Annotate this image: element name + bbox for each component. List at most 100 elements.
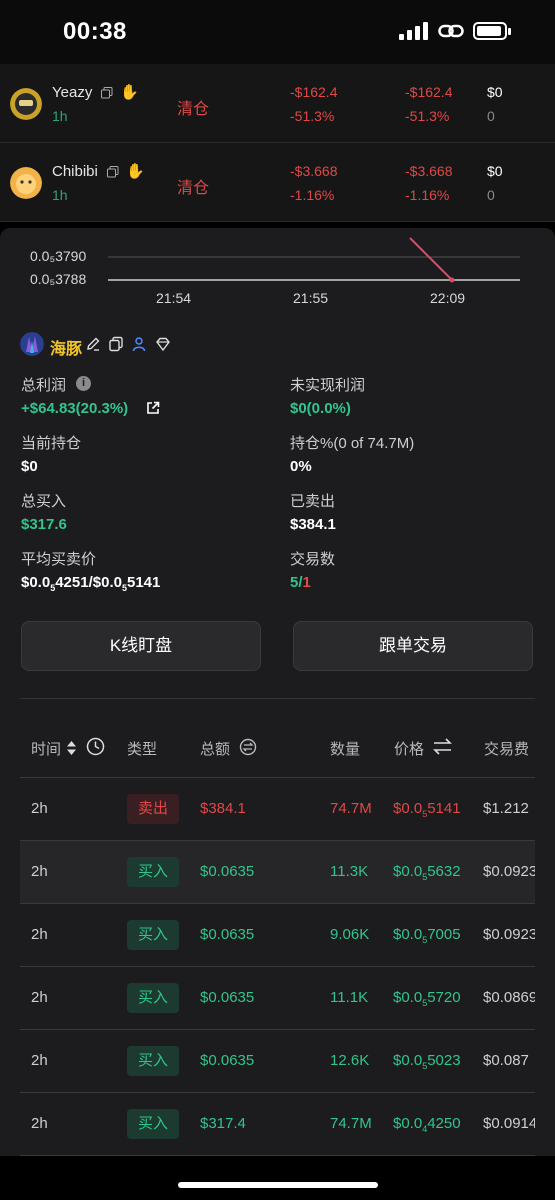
token-name: Yeazy	[52, 84, 93, 101]
chart-y-tick-label: 0.0₅3788	[30, 271, 87, 287]
holding-pct-label: 持仓%(0 of 74.7M)	[290, 435, 415, 452]
link-icon	[438, 24, 464, 38]
quantity-header: 数量	[330, 741, 361, 758]
total-profit-label: 总利润	[21, 377, 67, 394]
balance-value: $0	[487, 163, 503, 179]
row-quantity: 11.3K	[330, 863, 369, 880]
token-name: Chibibi	[52, 163, 98, 180]
chart-y-tick: 0.0₅3788	[30, 271, 86, 287]
hand-icon: ✋	[126, 163, 145, 180]
pnl-percent: -51.3%	[290, 108, 335, 124]
hand-icon: ✋	[120, 84, 139, 101]
price-prefix: $0.0	[393, 1115, 423, 1132]
trader-avatar[interactable]	[20, 332, 44, 356]
price-digits: 7005	[427, 926, 461, 943]
row-time: 2h	[31, 800, 48, 817]
currency-toggle-icon[interactable]	[239, 738, 257, 756]
fee-header: 交易费	[484, 741, 530, 758]
edit-icon[interactable]	[85, 336, 101, 352]
swap-icon[interactable]	[433, 738, 452, 755]
row-price: $0.055023	[393, 1052, 461, 1071]
sort-icon[interactable]	[66, 740, 77, 756]
row-price: $0.057005	[393, 926, 461, 945]
token-avatar	[10, 88, 42, 120]
type-header: 类型	[127, 741, 158, 758]
row-fee: $0.0923	[483, 926, 535, 943]
clear-position-label: 清仓	[177, 101, 210, 118]
holding-row-chibibi[interactable]: Chibibi ✋ 1h 清仓 -$3.668 -1.16% -$3.668 -…	[0, 143, 555, 222]
buy-badge: 买入	[127, 857, 179, 887]
time-header-label: 时间	[31, 741, 62, 758]
table-row[interactable]: 2h 买入 $0.0635 12.6K $0.055023 $0.087	[20, 1030, 535, 1093]
row-fee: $1.212	[483, 800, 529, 817]
user-icon[interactable]	[131, 336, 147, 352]
avg-price-label: 平均买卖价	[21, 551, 97, 568]
realized-value: -$162.4	[405, 84, 453, 100]
info-icon[interactable]: i	[76, 376, 91, 391]
realized-value: -$3.668	[405, 163, 453, 179]
row-time: 2h	[31, 1052, 48, 1069]
clock-icon[interactable]	[86, 737, 105, 756]
balance-value: $0	[487, 84, 503, 100]
row-amount: $0.0635	[200, 863, 255, 880]
table-row[interactable]: 2h 买入 $317.4 74.7M $0.044250 $0.0914	[20, 1093, 535, 1156]
avg-sell-digits: 5141	[126, 574, 161, 591]
holding-value: $0	[21, 458, 38, 475]
holding-row-yeazy[interactable]: Yeazy ✋ 1h 清仓 -$162.4 -51.3% -$162.4 -51…	[0, 64, 555, 143]
table-row[interactable]: 2h 买入 $0.0635 11.1K $0.055720 $0.0869	[20, 967, 535, 1030]
chart-point	[449, 277, 455, 283]
chart-x-tick: 22:09	[430, 290, 466, 306]
buy-badge: 买入	[127, 920, 179, 950]
price-digits: 5720	[427, 989, 461, 1006]
time-header[interactable]: 时间	[31, 738, 61, 759]
pnl-value: -$3.668	[290, 163, 338, 179]
sold-value: $384.1	[290, 516, 336, 533]
price-digits: 5141	[427, 800, 461, 817]
avg-buy-digits: 4251	[55, 574, 89, 591]
row-price: $0.044250	[393, 1115, 461, 1134]
row-price: $0.055141	[393, 800, 461, 819]
sell-badge: 卖出	[127, 794, 179, 824]
unrealized-value: $0(0.0%)	[290, 400, 351, 417]
chart-y-tick-label: 0.0₅3790	[30, 248, 87, 264]
unrealized-label: 未实现利润	[290, 377, 366, 394]
price-prefix: $0.0	[393, 1052, 423, 1069]
row-time: 2h	[31, 863, 48, 880]
trades-sell-count: 1	[302, 574, 311, 591]
cellular-signal-icon	[399, 22, 429, 40]
token-age: 1h	[52, 187, 68, 203]
table-row[interactable]: 2h 买入 $0.0635 11.3K $0.055632 $0.0923	[20, 841, 535, 904]
row-time: 2h	[31, 1115, 48, 1132]
table-row[interactable]: 2h 卖出 $384.1 74.7M $0.055141 $1.212	[20, 778, 535, 841]
realized-percent: -1.16%	[405, 187, 450, 203]
avg-price-value: $0.054251/$0.055141	[21, 574, 160, 593]
chart-x-tick: 21:54	[156, 290, 192, 306]
row-price: $0.055720	[393, 989, 461, 1008]
row-fee: $0.087	[483, 1052, 529, 1069]
total-buy-label: 总买入	[21, 493, 67, 510]
row-quantity: 11.1K	[330, 989, 369, 1006]
diamond-icon[interactable]	[155, 336, 171, 352]
trades-label: 交易数	[290, 551, 336, 568]
copy-address-icon[interactable]	[108, 336, 124, 352]
copy-icon[interactable]	[107, 166, 119, 178]
quantity-value: 0	[487, 187, 495, 203]
buy-badge: 买入	[127, 983, 179, 1013]
clear-position-label: 清仓	[177, 180, 210, 197]
battery-icon	[473, 22, 511, 40]
sold-label: 已卖出	[290, 493, 336, 510]
row-quantity: 12.6K	[330, 1052, 370, 1069]
realized-percent: -51.3%	[405, 108, 450, 124]
table-row[interactable]: 2h 买入 $0.0635 9.06K $0.057005 $0.0923	[20, 904, 535, 967]
copy-trade-button[interactable]: 跟单交易	[293, 621, 533, 671]
kline-watch-button[interactable]: K线盯盘	[21, 621, 261, 671]
pnl-value: -$162.4	[290, 84, 338, 100]
copy-icon[interactable]	[101, 87, 113, 99]
holdings-list: Yeazy ✋ 1h 清仓 -$162.4 -51.3% -$162.4 -51…	[0, 64, 555, 222]
price-digits: 5023	[427, 1052, 461, 1069]
price-chart: 0.0₅3790 0.0₅3788 21:54 21:55 22:09	[0, 228, 555, 318]
row-amount: $0.0635	[200, 926, 255, 943]
buy-badge: 买入	[127, 1109, 179, 1139]
external-link-icon[interactable]	[146, 401, 160, 415]
token-age: 1h	[52, 108, 68, 124]
